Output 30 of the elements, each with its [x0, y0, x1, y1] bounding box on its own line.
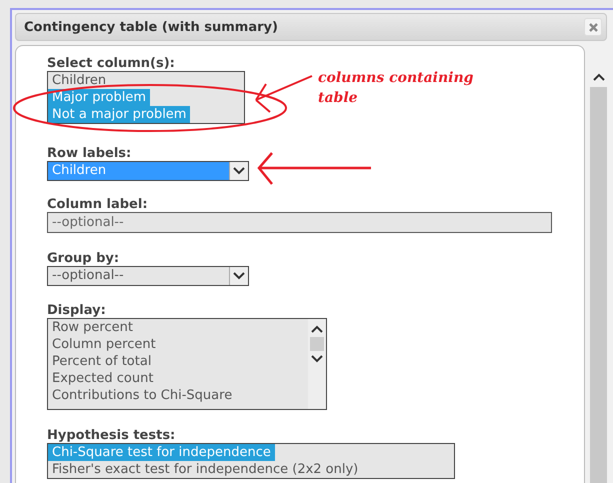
input-field[interactable]: --optional--	[47, 212, 552, 233]
field-label: Hypothesis tests:	[47, 428, 176, 443]
arrow-drawing	[255, 75, 312, 113]
scroll-down-icon	[311, 355, 323, 363]
field-label: Group by:	[47, 251, 120, 266]
list-box[interactable]: Children Major problem Not a major problem	[47, 71, 245, 124]
list-box[interactable]: Row percent Column percent Percent of total Expected count Contributions to Chi-Square	[47, 318, 327, 410]
dropdown[interactable]: --optional--	[47, 266, 249, 286]
close-icon	[588, 22, 598, 32]
scroll-thumb[interactable]	[310, 337, 324, 351]
chevron-down-icon	[233, 167, 245, 175]
field-label: Column label:	[47, 197, 148, 212]
list-item[interactable]: Percent of total	[48, 353, 156, 370]
close-button[interactable]	[584, 18, 602, 36]
chevron-down-icon	[233, 272, 245, 280]
list-item[interactable]: Column percent	[48, 336, 160, 353]
scroll-up-icon	[592, 73, 604, 81]
list-box[interactable]: Chi-Square test for independence Fisher's exact test for independence (2x2 only)	[47, 443, 455, 479]
list-item[interactable]: Children	[48, 72, 110, 89]
list-item[interactable]: Fisher's exact test for independence (2x2 only)	[48, 461, 362, 478]
field-label: Row labels:	[47, 146, 132, 161]
list-item[interactable]: Expected count	[48, 370, 158, 387]
scroll-up-icon	[311, 325, 323, 333]
field-label: Select column(s):	[47, 56, 175, 71]
field-label: Display:	[47, 303, 106, 318]
list-item[interactable]: Row percent	[48, 319, 137, 336]
window-title: Contingency table (with summary)	[24, 20, 278, 34]
list-scrollbar[interactable]	[308, 319, 326, 409]
list-item[interactable]: Contributions to Chi-Square	[48, 387, 236, 404]
annotation-note: columns containing table	[318, 69, 474, 108]
